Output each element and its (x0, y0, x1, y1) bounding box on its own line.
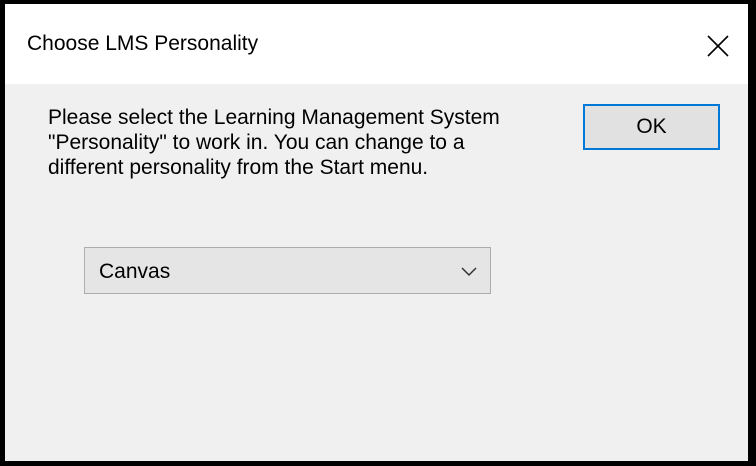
close-icon (707, 35, 729, 57)
title-bar: Choose LMS Personality (5, 4, 748, 84)
chevron-down-icon (461, 267, 477, 277)
ok-button[interactable]: OK (583, 104, 720, 150)
dialog-message: Please select the Learning Management Sy… (48, 106, 500, 179)
dialog-title: Choose LMS Personality (27, 32, 259, 55)
personality-select[interactable]: Canvas (84, 247, 491, 294)
personality-select-value: Canvas (99, 260, 171, 283)
ok-button-label: OK (636, 115, 667, 138)
close-button[interactable] (688, 14, 748, 78)
dialog-window: Choose LMS Personality Please select the… (5, 4, 748, 461)
